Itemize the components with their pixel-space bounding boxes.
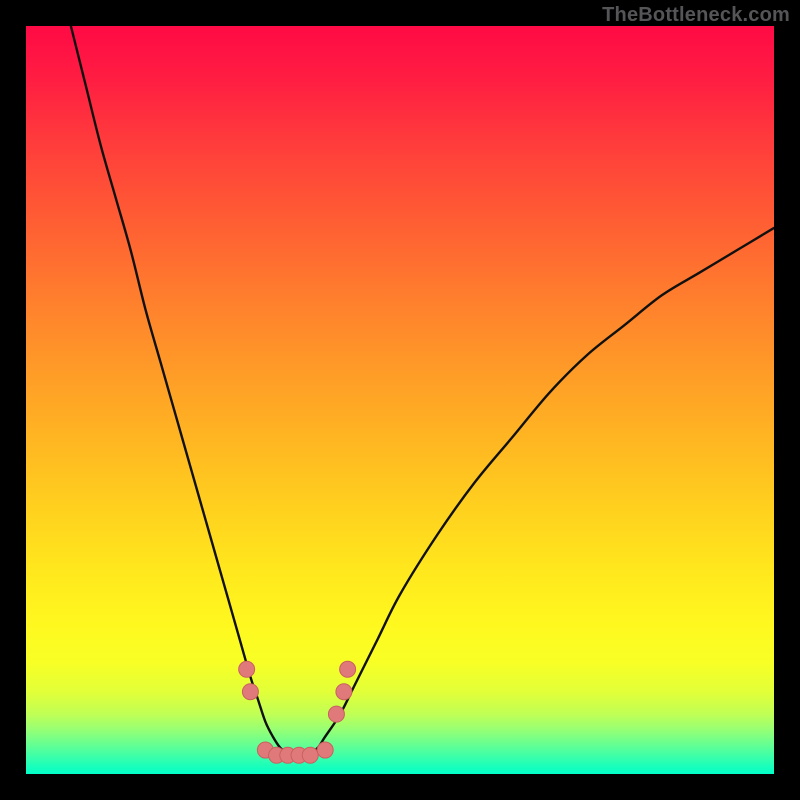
min-markers-group (239, 661, 356, 763)
plot-area (26, 26, 774, 774)
min-marker (317, 742, 333, 758)
min-marker (302, 747, 318, 763)
chart-svg (26, 26, 774, 774)
min-marker (328, 706, 344, 722)
min-marker (242, 684, 258, 700)
min-marker (340, 661, 356, 677)
chart-frame: TheBottleneck.com (0, 0, 800, 800)
min-marker (336, 684, 352, 700)
bottleneck-curve (71, 26, 774, 756)
min-marker (239, 661, 255, 677)
watermark-text: TheBottleneck.com (602, 4, 790, 27)
